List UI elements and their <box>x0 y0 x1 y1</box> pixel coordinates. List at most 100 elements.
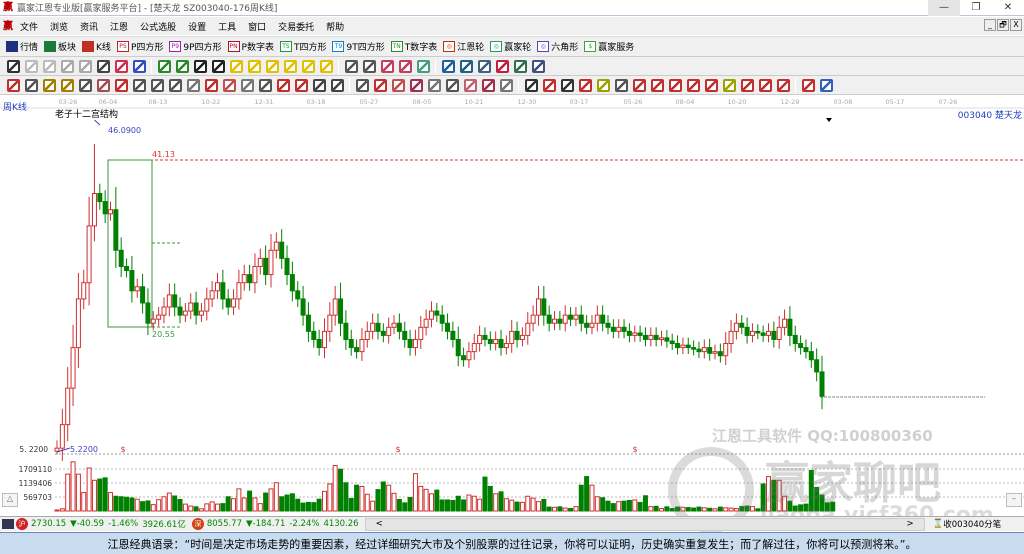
menu-item-8[interactable]: 交易委托 <box>278 20 314 33</box>
draw-tool-icon-14[interactable] <box>247 59 261 73</box>
analysis-tool-icon-21[interactable] <box>373 78 387 92</box>
analysis-tool-icon-33[interactable] <box>578 78 592 92</box>
analysis-tool-icon-36[interactable] <box>632 78 646 92</box>
expand-panel-button[interactable]: △ <box>2 493 18 507</box>
menu-item-1[interactable]: 浏览 <box>50 20 68 33</box>
analysis-tool-icon-16[interactable] <box>294 78 308 92</box>
tick-detail-label[interactable]: 收003040分笔 <box>943 518 1001 530</box>
analysis-tool-icon-28[interactable] <box>499 78 513 92</box>
toolbar-button-5[interactable]: PN P数字表 <box>227 40 274 53</box>
analysis-tool-icon-30[interactable] <box>524 78 538 92</box>
draw-tool-icon-23[interactable] <box>398 59 412 73</box>
menu-item-5[interactable]: 设置 <box>188 20 206 33</box>
draw-tool-icon-30[interactable] <box>513 59 527 73</box>
draw-tool-icon-6[interactable] <box>114 59 128 73</box>
analysis-tool-icon-38[interactable] <box>668 78 682 92</box>
mdi-close-button[interactable]: X <box>1010 19 1022 31</box>
analysis-tool-icon-18[interactable] <box>330 78 344 92</box>
close-button[interactable]: ✕ <box>992 0 1024 16</box>
menu-item-6[interactable]: 工具 <box>218 20 236 33</box>
menu-item-9[interactable]: 帮助 <box>326 20 344 33</box>
analysis-tool-icon-46[interactable] <box>801 78 815 92</box>
analysis-tool-icon-42[interactable] <box>740 78 754 92</box>
minimize-button[interactable]: — <box>928 0 960 16</box>
draw-tool-icon-27[interactable] <box>459 59 473 73</box>
menu-item-0[interactable]: 文件 <box>20 20 38 33</box>
analysis-tool-icon-9[interactable] <box>168 78 182 92</box>
menu-item-4[interactable]: 公式选股 <box>140 20 176 33</box>
analysis-tool-icon-4[interactable] <box>78 78 92 92</box>
toolbar-button-9[interactable]: ◎ 江恩轮 <box>443 40 484 53</box>
draw-tool-icon-5[interactable] <box>96 59 110 73</box>
analysis-tool-icon-0[interactable] <box>6 78 20 92</box>
draw-tool-icon-20[interactable] <box>344 59 358 73</box>
toolbar-button-2[interactable]: K线 <box>82 40 111 53</box>
analysis-tool-icon-26[interactable] <box>463 78 477 92</box>
calculator-icon[interactable] <box>2 519 14 529</box>
analysis-tool-icon-22[interactable] <box>391 78 405 92</box>
analysis-tool-icon-12[interactable] <box>222 78 236 92</box>
analysis-tool-icon-44[interactable] <box>776 78 790 92</box>
analysis-tool-icon-14[interactable] <box>258 78 272 92</box>
draw-tool-icon-26[interactable] <box>441 59 455 73</box>
analysis-tool-icon-23[interactable] <box>409 78 423 92</box>
toolbar-button-3[interactable]: PS P四方形 <box>116 40 163 53</box>
analysis-tool-icon-37[interactable] <box>650 78 664 92</box>
maximize-button[interactable]: ❐ <box>960 0 992 16</box>
analysis-tool-icon-13[interactable] <box>240 78 254 92</box>
draw-tool-icon-17[interactable] <box>301 59 315 73</box>
analysis-tool-icon-25[interactable] <box>445 78 459 92</box>
draw-tool-icon-15[interactable] <box>265 59 279 73</box>
draw-tool-icon-29[interactable] <box>495 59 509 73</box>
draw-tool-icon-4[interactable] <box>78 59 92 73</box>
analysis-tool-icon-27[interactable] <box>481 78 495 92</box>
toolbar-button-7[interactable]: T9 9T四方形 <box>332 40 385 53</box>
toolbar-button-6[interactable]: TS T四方形 <box>279 40 326 53</box>
analysis-tool-icon-15[interactable] <box>276 78 290 92</box>
analysis-tool-icon-1[interactable] <box>24 78 38 92</box>
analysis-tool-icon-17[interactable] <box>312 78 326 92</box>
draw-tool-icon-18[interactable] <box>319 59 333 73</box>
app-menu-logo-icon[interactable]: 赢 <box>3 21 14 32</box>
draw-tool-icon-16[interactable] <box>283 59 297 73</box>
draw-tool-icon-28[interactable] <box>477 59 491 73</box>
toolbar-button-10[interactable]: ◎ 赢家轮 <box>490 40 531 53</box>
menu-item-3[interactable]: 江恩 <box>110 20 128 33</box>
horizontal-scrollbar[interactable]: < > <box>364 517 925 531</box>
draw-tool-icon-22[interactable] <box>380 59 394 73</box>
analysis-tool-icon-34[interactable] <box>596 78 610 92</box>
kline-chart[interactable]: 周K线 03-26 06-04 08-13 10-22 12-31 03-18 05-27 08… <box>0 95 1024 533</box>
analysis-tool-icon-24[interactable] <box>427 78 441 92</box>
analysis-tool-icon-3[interactable] <box>60 78 74 92</box>
draw-tool-icon-10[interactable] <box>175 59 189 73</box>
analysis-tool-icon-7[interactable] <box>132 78 146 92</box>
draw-tool-icon-3[interactable] <box>60 59 74 73</box>
analysis-tool-icon-35[interactable] <box>614 78 628 92</box>
menu-item-2[interactable]: 资讯 <box>80 20 98 33</box>
draw-tool-icon-11[interactable] <box>193 59 207 73</box>
analysis-tool-icon-31[interactable] <box>542 78 556 92</box>
analysis-tool-icon-32[interactable] <box>560 78 574 92</box>
analysis-tool-icon-10[interactable] <box>186 78 200 92</box>
toolbar-button-1[interactable]: 板块 <box>44 40 76 53</box>
analysis-tool-icon-2[interactable] <box>42 78 56 92</box>
analysis-tool-icon-8[interactable] <box>150 78 164 92</box>
draw-tool-icon-13[interactable] <box>229 59 243 73</box>
draw-tool-icon-24[interactable] <box>416 59 430 73</box>
analysis-tool-icon-11[interactable] <box>204 78 218 92</box>
panel-toggle-button[interactable]: – <box>1006 493 1022 507</box>
draw-tool-icon-12[interactable] <box>211 59 225 73</box>
toolbar-button-0[interactable]: 行情 <box>6 40 38 53</box>
analysis-tool-icon-40[interactable] <box>704 78 718 92</box>
draw-tool-icon-7[interactable] <box>132 59 146 73</box>
draw-tool-icon-9[interactable] <box>157 59 171 73</box>
draw-tool-icon-1[interactable] <box>24 59 38 73</box>
scroll-right-button[interactable]: > <box>906 519 913 529</box>
toolbar-button-11[interactable]: ◎ 六角形 <box>537 40 578 53</box>
analysis-tool-icon-6[interactable] <box>114 78 128 92</box>
mdi-minimize-button[interactable]: _ <box>984 19 996 31</box>
analysis-tool-icon-20[interactable] <box>355 78 369 92</box>
mdi-restore-button[interactable]: 🗗 <box>997 19 1009 31</box>
chart-canvas[interactable]: 周K线 03-26 06-04 08-13 10-22 12-31 03-18 05-27 08… <box>0 95 1024 516</box>
draw-tool-icon-21[interactable] <box>362 59 376 73</box>
